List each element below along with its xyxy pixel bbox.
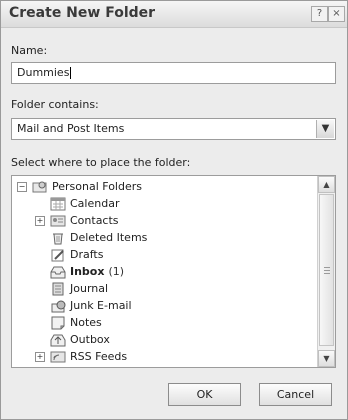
create-new-folder-dialog: Create New Folder ? × Name: Dummies Fold… [0, 0, 348, 420]
name-input[interactable]: Dummies [11, 62, 336, 84]
notes-icon [50, 316, 66, 330]
tree-item-label: Deleted Items [70, 231, 148, 244]
tree-item-label: Contacts [70, 214, 119, 227]
folder-contains-value: Mail and Post Items [17, 122, 125, 135]
title-bar: Create New Folder ? × [1, 1, 347, 28]
help-button[interactable]: ? [311, 6, 328, 22]
tree-item-notes[interactable]: Notes [50, 314, 102, 331]
journal-icon [50, 282, 66, 296]
name-input-value: Dummies [17, 66, 70, 79]
scroll-thumb[interactable] [319, 194, 334, 346]
name-label: Name: [11, 44, 48, 57]
tree-item-label: Drafts [70, 248, 104, 261]
tree-item-label: Calendar [70, 197, 120, 210]
outbox-icon [50, 333, 66, 347]
cancel-button[interactable]: Cancel [259, 383, 332, 406]
tree-item-outbox[interactable]: Outbox [50, 331, 110, 348]
tree-item-junk-email[interactable]: Junk E-mail [50, 297, 132, 314]
scroll-down-icon[interactable]: ▼ [318, 350, 335, 367]
dropdown-arrow-icon[interactable]: ▼ [316, 120, 334, 138]
tree-scrollbar[interactable]: ▲ ▼ [317, 176, 335, 367]
folder-contains-label: Folder contains: [11, 98, 99, 111]
dialog-title: Create New Folder [9, 5, 156, 21]
inbox-icon [50, 265, 66, 279]
tree-item-inbox[interactable]: Inbox (1) [50, 263, 124, 280]
unread-count: (1) [108, 265, 125, 278]
tree-item-label: Outbox [70, 333, 110, 346]
collapse-icon[interactable]: − [17, 182, 27, 192]
drafts-icon [50, 248, 66, 262]
personal-folders-icon [32, 180, 48, 194]
tree-item-journal[interactable]: Journal [50, 280, 108, 297]
tree-item-label: Notes [70, 316, 102, 329]
tree-root-label: Personal Folders [52, 180, 142, 193]
expand-icon[interactable]: + [35, 352, 45, 362]
folder-tree[interactable]: − Personal Folders Calendar + Contacts D… [11, 175, 336, 368]
scroll-up-icon[interactable]: ▲ [318, 176, 335, 193]
text-cursor [70, 67, 72, 79]
tree-item-deleted-items[interactable]: Deleted Items [50, 229, 147, 246]
location-label: Select where to place the folder: [11, 156, 191, 169]
folder-contains-select[interactable]: Mail and Post Items ▼ [11, 118, 336, 140]
tree-item-calendar[interactable]: Calendar [50, 195, 119, 212]
calendar-icon [50, 197, 66, 211]
ok-button[interactable]: OK [168, 383, 241, 406]
tree-item-drafts[interactable]: Drafts [50, 246, 103, 263]
expand-icon[interactable]: + [35, 216, 45, 226]
contacts-icon [50, 214, 66, 228]
deleted-items-icon [50, 231, 66, 245]
close-button[interactable]: × [328, 6, 345, 22]
rss-feeds-icon [50, 350, 66, 364]
tree-item-label: Inbox [70, 265, 105, 278]
tree-item-label: Junk E-mail [70, 299, 132, 312]
tree-item-label: Journal [70, 282, 109, 295]
tree-item-label: RSS Feeds [70, 350, 128, 363]
junk-email-icon [50, 299, 66, 313]
